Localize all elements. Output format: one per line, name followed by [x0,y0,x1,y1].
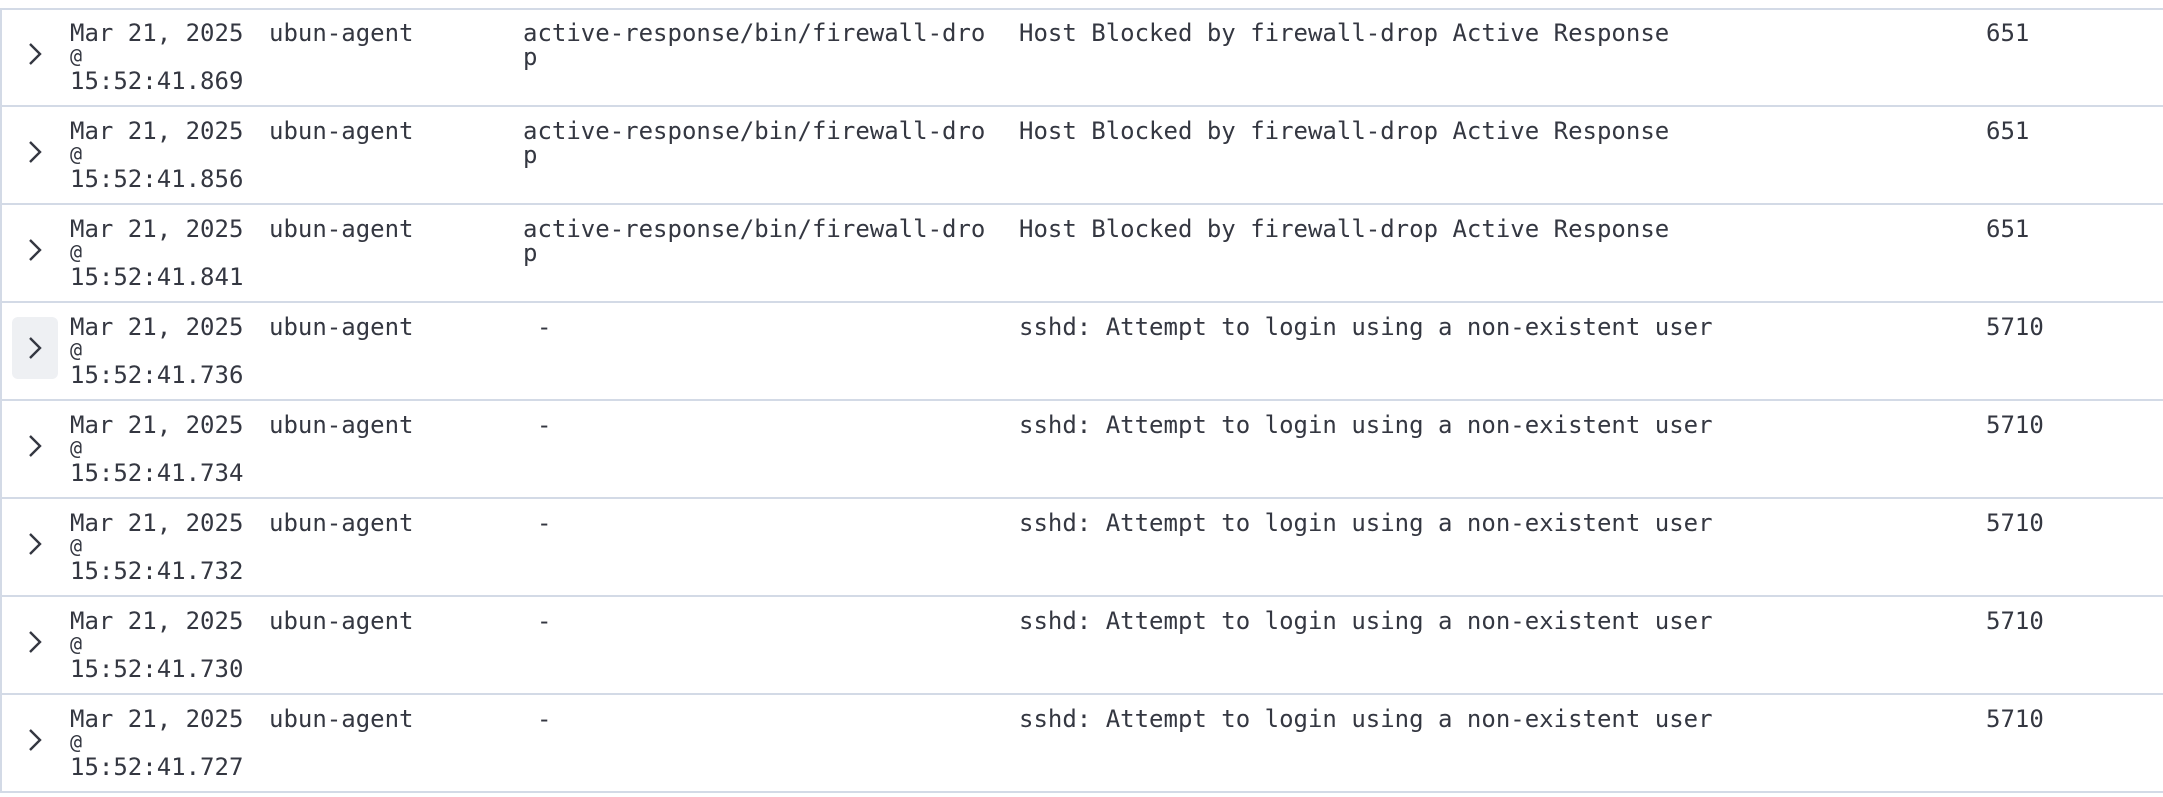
timestamp-date: Mar 21, 2025 [70,411,244,439]
rule-id-cell: 5710 [1986,509,2044,537]
timestamp-time: 15:52:41.727 [70,753,244,781]
agent-name-cell: ubun-agent [269,117,414,145]
rule-id-cell: 5710 [1986,705,2044,733]
expand-row-button[interactable] [12,611,58,673]
chevron-right-icon [29,729,42,751]
table-row: Mar 21, 2025 @15:52:41.841 ubun-agent act… [2,205,2163,303]
table-row: Mar 21, 2025 @15:52:41.732 ubun-agent - s… [2,499,2163,597]
timestamp-cell: Mar 21, 2025 @15:52:41.732 [70,511,260,583]
timestamp-time: 15:52:41.736 [70,361,244,389]
timestamp-cell: Mar 21, 2025 @15:52:41.869 [70,21,260,93]
timestamp-at: @ [70,240,83,264]
location-cell: active-response/bin/firewall-drop [523,215,986,267]
table-row: Mar 21, 2025 @15:52:41.869 ubun-agent act… [2,9,2163,107]
chevron-right-icon [29,141,42,163]
rule-description-cell: Host Blocked by firewall-drop Active Res… [1019,19,1670,47]
expand-row-button[interactable] [12,415,58,477]
table-row: Mar 21, 2025 @15:52:41.736 ubun-agent - s… [2,303,2163,401]
timestamp-cell: Mar 21, 2025 @15:52:41.734 [70,413,260,485]
rule-description-cell: Host Blocked by firewall-drop Active Res… [1019,117,1670,145]
rule-id-cell: 5710 [1986,313,2044,341]
chevron-right-icon [29,631,42,653]
timestamp-cell: Mar 21, 2025 @15:52:41.727 [70,707,260,779]
rule-description-cell: Host Blocked by firewall-drop Active Res… [1019,215,1670,243]
chevron-right-icon [29,533,42,555]
rule-id-cell: 651 [1986,117,2030,145]
expand-row-button[interactable] [12,23,58,85]
chevron-right-icon [29,337,42,359]
timestamp-cell: Mar 21, 2025 @15:52:41.856 [70,119,260,191]
table-row: Mar 21, 2025 @15:52:41.734 ubun-agent - s… [2,401,2163,499]
timestamp-time: 15:52:41.869 [70,67,244,95]
table-row: Mar 21, 2025 @15:52:41.730 ubun-agent - s… [2,597,2163,695]
agent-name-cell: ubun-agent [269,411,414,439]
timestamp-cell: Mar 21, 2025 @15:52:41.841 [70,217,260,289]
timestamp-time: 15:52:41.841 [70,263,244,291]
events-table: Mar 21, 2025 @15:52:41.869 ubun-agent act… [0,9,2163,793]
rule-description-cell: sshd: Attempt to login using a non-exist… [1019,411,1713,439]
timestamp-date: Mar 21, 2025 [70,313,244,341]
timestamp-at: @ [70,534,83,558]
table-row: Mar 21, 2025 @15:52:41.856 ubun-agent act… [2,107,2163,205]
timestamp-at: @ [70,44,83,68]
rule-description-cell: sshd: Attempt to login using a non-exist… [1019,313,1713,341]
location-cell: active-response/bin/firewall-drop [523,19,986,71]
expand-row-button[interactable] [12,219,58,281]
rule-id-cell: 651 [1986,19,2030,47]
agent-name-cell: ubun-agent [269,705,414,733]
timestamp-at: @ [70,632,83,656]
timestamp-date: Mar 21, 2025 [70,705,244,733]
expand-row-button[interactable] [12,121,58,183]
location-cell: - [537,411,552,439]
location-cell: - [537,509,552,537]
timestamp-at: @ [70,436,83,460]
timestamp-time: 15:52:41.730 [70,655,244,683]
expand-row-button[interactable] [12,709,58,771]
timestamp-at: @ [70,338,83,362]
agent-name-cell: ubun-agent [269,19,414,47]
rule-description-cell: sshd: Attempt to login using a non-exist… [1019,607,1713,635]
rule-id-cell: 5710 [1986,607,2044,635]
location-cell: active-response/bin/firewall-drop [523,117,986,169]
expand-row-button[interactable] [12,317,58,379]
location-cell: - [537,313,552,341]
rule-id-cell: 5710 [1986,411,2044,439]
timestamp-date: Mar 21, 2025 [70,19,244,47]
timestamp-time: 15:52:41.734 [70,459,244,487]
chevron-right-icon [29,43,42,65]
timestamp-at: @ [70,730,83,754]
timestamp-cell: Mar 21, 2025 @15:52:41.736 [70,315,260,387]
rule-id-cell: 651 [1986,215,2030,243]
rule-description-cell: sshd: Attempt to login using a non-exist… [1019,705,1713,733]
location-cell: - [537,607,552,635]
location-cell: - [537,705,552,733]
timestamp-time: 15:52:41.732 [70,557,244,585]
chevron-right-icon [29,435,42,457]
table-row: Mar 21, 2025 @15:52:41.727 ubun-agent - s… [2,695,2163,793]
timestamp-date: Mar 21, 2025 [70,117,244,145]
timestamp-date: Mar 21, 2025 [70,215,244,243]
rule-description-cell: sshd: Attempt to login using a non-exist… [1019,509,1713,537]
timestamp-time: 15:52:41.856 [70,165,244,193]
timestamp-date: Mar 21, 2025 [70,607,244,635]
agent-name-cell: ubun-agent [269,607,414,635]
agent-name-cell: ubun-agent [269,509,414,537]
agent-name-cell: ubun-agent [269,215,414,243]
timestamp-date: Mar 21, 2025 [70,509,244,537]
expand-row-button[interactable] [12,513,58,575]
timestamp-at: @ [70,142,83,166]
timestamp-cell: Mar 21, 2025 @15:52:41.730 [70,609,260,681]
agent-name-cell: ubun-agent [269,313,414,341]
chevron-right-icon [29,239,42,261]
